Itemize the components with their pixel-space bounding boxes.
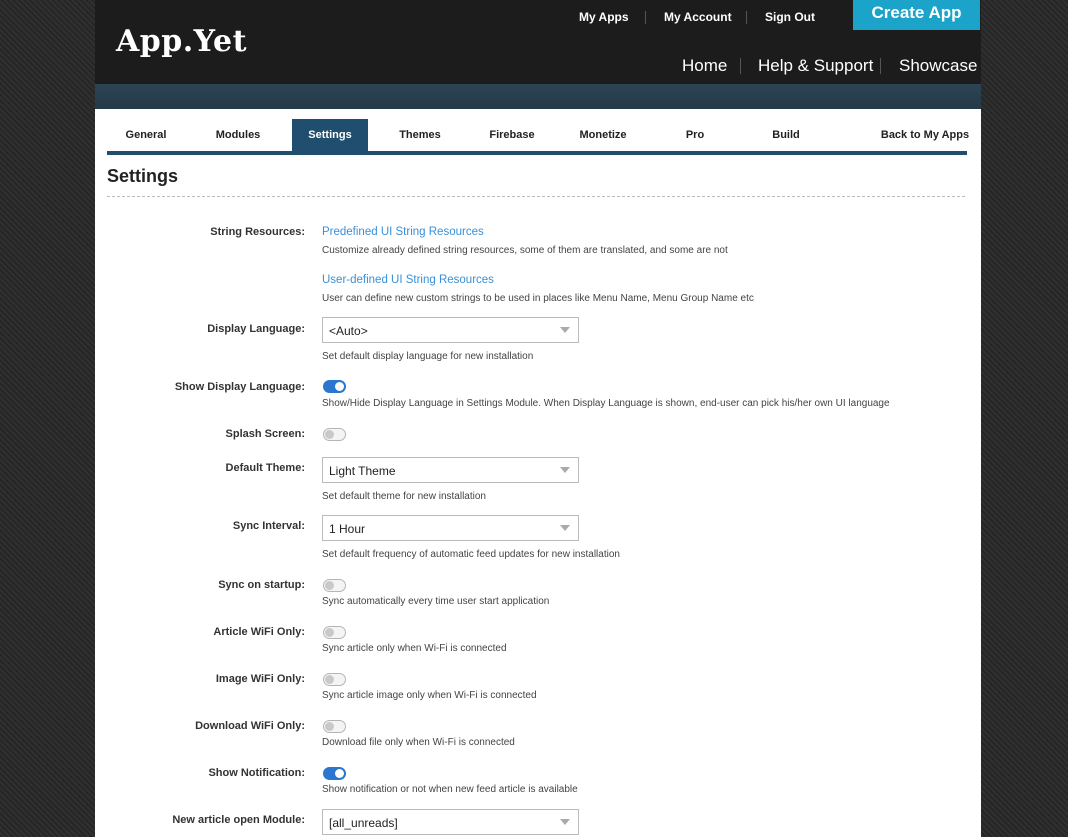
sync-on-startup-label: Sync on startup:	[218, 579, 305, 591]
show-display-language-label: Show Display Language:	[174, 381, 305, 393]
header-banner	[95, 84, 981, 109]
splash-screen-label: Splash Screen:	[225, 428, 305, 440]
tab-firebase[interactable]: Firebase	[473, 119, 551, 151]
settings-tabs: General Modules Settings Themes Firebase…	[107, 119, 969, 151]
tab-general[interactable]: General	[107, 119, 185, 151]
tab-back-to-my-apps[interactable]: Back to My Apps	[877, 119, 973, 151]
page-title: Settings	[107, 166, 179, 186]
main-link-divider	[880, 58, 881, 74]
article-wifi-only-help: Sync article only when Wi-Fi is connecte…	[322, 643, 507, 654]
top-links: My Apps My Account Sign Out	[95, 9, 981, 25]
top-link-divider	[645, 11, 646, 24]
string-resources-label: String Resources:	[210, 226, 305, 238]
toggle-knob	[335, 382, 344, 391]
toggle-knob	[335, 769, 344, 778]
chevron-down-icon	[560, 819, 570, 825]
download-wifi-only-toggle[interactable]	[323, 720, 346, 733]
sync-interval-help: Set default frequency of automatic feed …	[322, 549, 620, 560]
sync-interval-label: Sync Interval:	[232, 520, 305, 532]
show-display-language-help: Show/Hide Display Language in Settings M…	[322, 398, 890, 409]
article-wifi-only-toggle[interactable]	[323, 626, 346, 639]
toggle-knob	[325, 722, 334, 731]
my-account-link[interactable]: My Account	[664, 9, 732, 25]
chevron-down-icon	[560, 327, 570, 333]
user-defined-string-resources-help: User can define new custom strings to be…	[322, 293, 754, 304]
predefined-string-resources-help: Customize already defined string resourc…	[322, 245, 728, 256]
chevron-down-icon	[560, 525, 570, 531]
default-theme-value: Light Theme	[329, 464, 396, 478]
display-language-value: <Auto>	[329, 324, 368, 338]
top-link-divider	[746, 11, 747, 24]
sync-on-startup-toggle[interactable]	[323, 579, 346, 592]
image-wifi-only-toggle[interactable]	[323, 673, 346, 686]
predefined-string-resources-link[interactable]: Predefined UI String Resources	[322, 225, 484, 239]
tab-monetize[interactable]: Monetize	[564, 119, 642, 151]
tab-settings[interactable]: Settings	[292, 119, 368, 151]
tab-build[interactable]: Build	[747, 119, 825, 151]
sign-out-link[interactable]: Sign Out	[765, 9, 815, 25]
site-header: App.Yet My Apps My Account Sign Out Crea…	[95, 0, 981, 84]
image-wifi-only-help: Sync article image only when Wi-Fi is co…	[322, 690, 537, 701]
home-link[interactable]: Home	[682, 56, 727, 76]
main-link-divider	[740, 58, 741, 74]
splash-screen-toggle[interactable]	[323, 428, 346, 441]
showcase-link[interactable]: Showcase	[899, 56, 977, 76]
user-defined-string-resources-link[interactable]: User-defined UI String Resources	[322, 273, 494, 287]
sync-on-startup-help: Sync automatically every time user start…	[322, 596, 550, 607]
sync-interval-select[interactable]: 1 Hour	[322, 515, 579, 541]
default-theme-label: Default Theme:	[225, 462, 305, 474]
show-display-language-toggle[interactable]	[323, 380, 346, 393]
display-language-help: Set default display language for new ins…	[322, 351, 534, 362]
title-divider	[107, 196, 965, 197]
image-wifi-only-label: Image WiFi Only:	[215, 673, 305, 685]
tab-pro[interactable]: Pro	[656, 119, 734, 151]
show-notification-toggle[interactable]	[323, 767, 346, 780]
default-theme-select[interactable]: Light Theme	[322, 457, 579, 483]
default-theme-help: Set default theme for new installation	[322, 491, 486, 502]
logo[interactable]: App.Yet	[116, 27, 247, 57]
toggle-knob	[325, 628, 334, 637]
sync-interval-value: 1 Hour	[329, 522, 366, 536]
download-wifi-only-label: Download WiFi Only:	[195, 720, 305, 732]
new-article-open-module-value: [all_unreads]	[329, 816, 398, 830]
download-wifi-only-help: Download file only when Wi-Fi is connect…	[322, 737, 515, 748]
my-apps-link[interactable]: My Apps	[579, 9, 629, 25]
article-wifi-only-label: Article WiFi Only:	[213, 626, 305, 638]
toggle-knob	[325, 675, 334, 684]
create-app-button[interactable]: Create App	[853, 0, 980, 30]
show-notification-help: Show notification or not when new feed a…	[322, 784, 578, 795]
toggle-knob	[325, 581, 334, 590]
show-notification-label: Show Notification:	[208, 767, 305, 779]
chevron-down-icon	[560, 467, 570, 473]
page: App.Yet My Apps My Account Sign Out Crea…	[95, 0, 981, 837]
tab-modules[interactable]: Modules	[199, 119, 277, 151]
tab-themes[interactable]: Themes	[382, 119, 458, 151]
display-language-select[interactable]: <Auto>	[322, 317, 579, 343]
help-support-link[interactable]: Help & Support	[758, 56, 873, 76]
tab-underline	[107, 151, 967, 155]
new-article-open-module-select[interactable]: [all_unreads]	[322, 809, 579, 835]
display-language-label: Display Language:	[207, 323, 305, 335]
toggle-knob	[325, 430, 334, 439]
new-article-open-module-label: New article open Module:	[172, 814, 305, 826]
